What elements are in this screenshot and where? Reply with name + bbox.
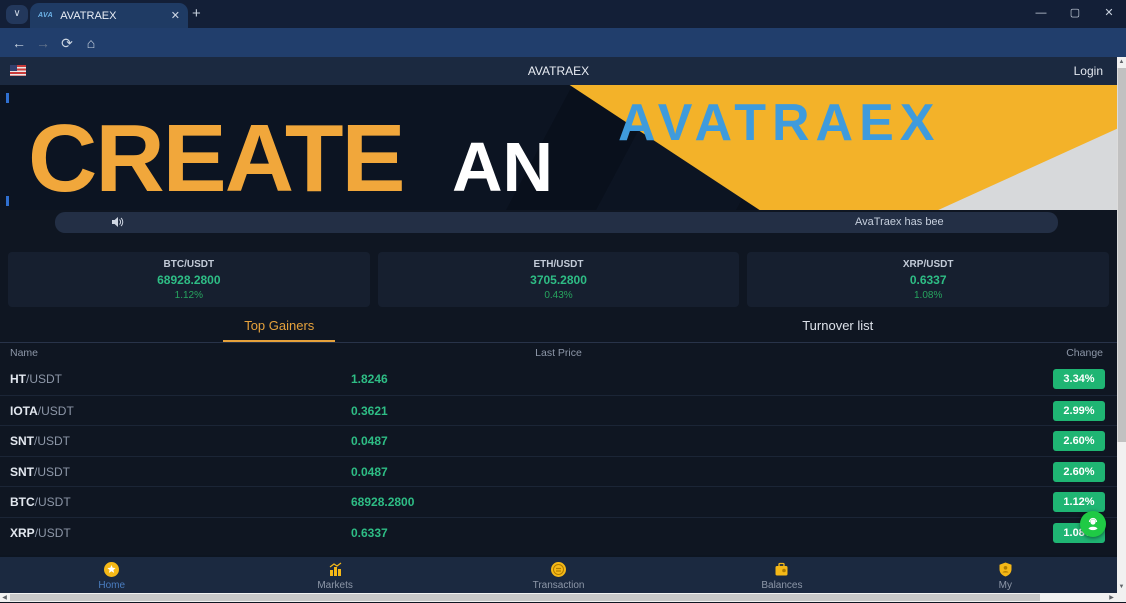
tab-top-gainers[interactable]: Top Gainers [0, 318, 559, 342]
new-tab-button[interactable]: + [192, 5, 201, 22]
change-badge: 2.99% [1053, 400, 1105, 421]
window-maximize-button[interactable]: ▢ [1058, 0, 1092, 26]
announcement-text: AvaTraex has bee [855, 216, 944, 228]
change-badge: 2.60% [1053, 461, 1105, 482]
ticker-change: 0.43% [544, 290, 573, 301]
nav-item-markets[interactable]: Markets [223, 557, 446, 595]
browser-tab[interactable]: AVA AVATRAEX ✕ [30, 3, 188, 28]
briefcase-icon [670, 561, 893, 578]
banner-edge-accent [6, 93, 9, 103]
table-row[interactable]: XRP/USDT 0.6337 1.08% [0, 516, 1117, 548]
customer-support-button[interactable] [1080, 511, 1106, 537]
table-row[interactable]: HT/USDT 1.8246 3.34% [0, 364, 1117, 395]
column-last-price: Last Price [535, 347, 582, 359]
site-header: AVATRAEX Login [0, 57, 1117, 85]
browser-titlebar: ∨ AVA AVATRAEX ✕ + — ▢ ✕ [0, 0, 1126, 28]
table-row[interactable]: IOTA/USDT 0.3621 2.99% [0, 394, 1117, 426]
nav-item-my[interactable]: My [894, 557, 1117, 595]
table-row[interactable]: SNT/USDT 0.0487 2.60% [0, 425, 1117, 456]
table-header: Name Last Price Change [0, 347, 1117, 364]
change-badge: 2.60% [1053, 431, 1105, 451]
pair-name: XRP/USDT [10, 525, 71, 540]
pair-price: 0.0487 [351, 434, 388, 448]
ticker-card-btc[interactable]: BTC/USDT 68928.2800 1.12% [8, 252, 370, 307]
home-star-icon [0, 561, 223, 578]
login-link[interactable]: Login [1074, 64, 1103, 78]
scroll-up-icon[interactable]: ▲ [1117, 57, 1126, 67]
banner-brand-text: AVATRAEX [618, 94, 941, 152]
change-badge: 1.12% [1053, 492, 1105, 512]
webpage: AVATRAEX Login CREATE AN AVATRAEX AvaTra… [0, 57, 1117, 602]
site-favicon: AVA [38, 12, 54, 19]
ticker-change: 1.08% [914, 290, 943, 301]
scroll-down-icon[interactable]: ▼ [1117, 582, 1126, 592]
banner-headline-an: AN [452, 128, 554, 207]
home-icon[interactable]: ⌂ [80, 32, 102, 54]
nav-item-transaction[interactable]: Transaction [447, 557, 670, 595]
tab-search-icon[interactable]: ∨ [6, 5, 28, 24]
pair-name: BTC/USDT [10, 495, 71, 509]
vertical-scrollbar-thumb[interactable] [1117, 68, 1126, 442]
table-row[interactable]: BTC/USDT 68928.2800 1.12% [0, 486, 1117, 517]
speaker-icon [110, 215, 124, 233]
ticker-price: 3705.2800 [530, 273, 587, 287]
window-close-button[interactable]: ✕ [1092, 0, 1126, 26]
ticker-symbol: BTC/USDT [163, 259, 215, 270]
ticker-price: 68928.2800 [157, 273, 221, 287]
banner-headline-create: CREATE [28, 105, 406, 210]
pair-price: 1.8246 [351, 372, 388, 386]
shield-icon [894, 561, 1117, 578]
bar-chart-icon [223, 561, 446, 578]
tab-title: AVATRAEX [60, 9, 117, 22]
back-icon[interactable]: ← [8, 32, 30, 54]
nav-item-balances[interactable]: Balances [670, 557, 893, 595]
pair-price: 0.3621 [351, 403, 388, 418]
table-row[interactable]: SNT/USDT 0.0487 2.60% [0, 455, 1117, 487]
nav-item-home[interactable]: Home [0, 557, 223, 595]
forward-icon[interactable]: → [32, 32, 54, 54]
announcement-marquee[interactable]: AvaTraex has bee [55, 212, 1058, 233]
ticker-card-eth[interactable]: ETH/USDT 3705.2800 0.43% [377, 252, 740, 307]
ticker-price: 0.6337 [909, 273, 947, 287]
site-title: AVATRAEX [527, 64, 590, 78]
coin-icon [447, 561, 670, 578]
promo-banner[interactable]: CREATE AN AVATRAEX [0, 85, 1117, 210]
window-minimize-button[interactable]: — [1024, 0, 1058, 26]
horizontal-scrollbar-thumb[interactable] [10, 594, 1040, 601]
bottom-navigation: Home Markets Transaction Balances My [0, 555, 1117, 595]
scrollbar-corner [1117, 593, 1126, 602]
ticker-card-xrp[interactable]: XRP/USDT 0.6337 1.08% [747, 252, 1110, 307]
pair-name: SNT/USDT [10, 464, 70, 479]
column-change: Change [1066, 347, 1103, 359]
pair-price: 0.0487 [351, 464, 388, 479]
tab-close-icon[interactable]: ✕ [171, 9, 180, 22]
ticker-symbol: XRP/USDT [902, 259, 954, 270]
ticker-symbol: ETH/USDT [533, 259, 584, 270]
market-list-tabs: Top Gainers Turnover list [0, 312, 1117, 343]
banner-edge-accent [6, 196, 9, 206]
tab-turnover-list[interactable]: Turnover list [559, 318, 1118, 333]
pair-name: SNT/USDT [10, 434, 70, 448]
pair-name: IOTA/USDT [10, 403, 74, 418]
browser-toolbar: ← → ⟳ ⌂ avatraen.com/m/index.html ☆ | ⋮ [0, 28, 1126, 82]
reload-icon[interactable]: ⟳ [56, 32, 78, 54]
pair-name: HT/USDT [10, 372, 62, 386]
pair-price: 68928.2800 [351, 495, 415, 509]
pair-price: 0.6337 [351, 525, 388, 540]
change-badge: 3.34% [1053, 369, 1105, 389]
ticker-change: 1.12% [174, 290, 204, 301]
